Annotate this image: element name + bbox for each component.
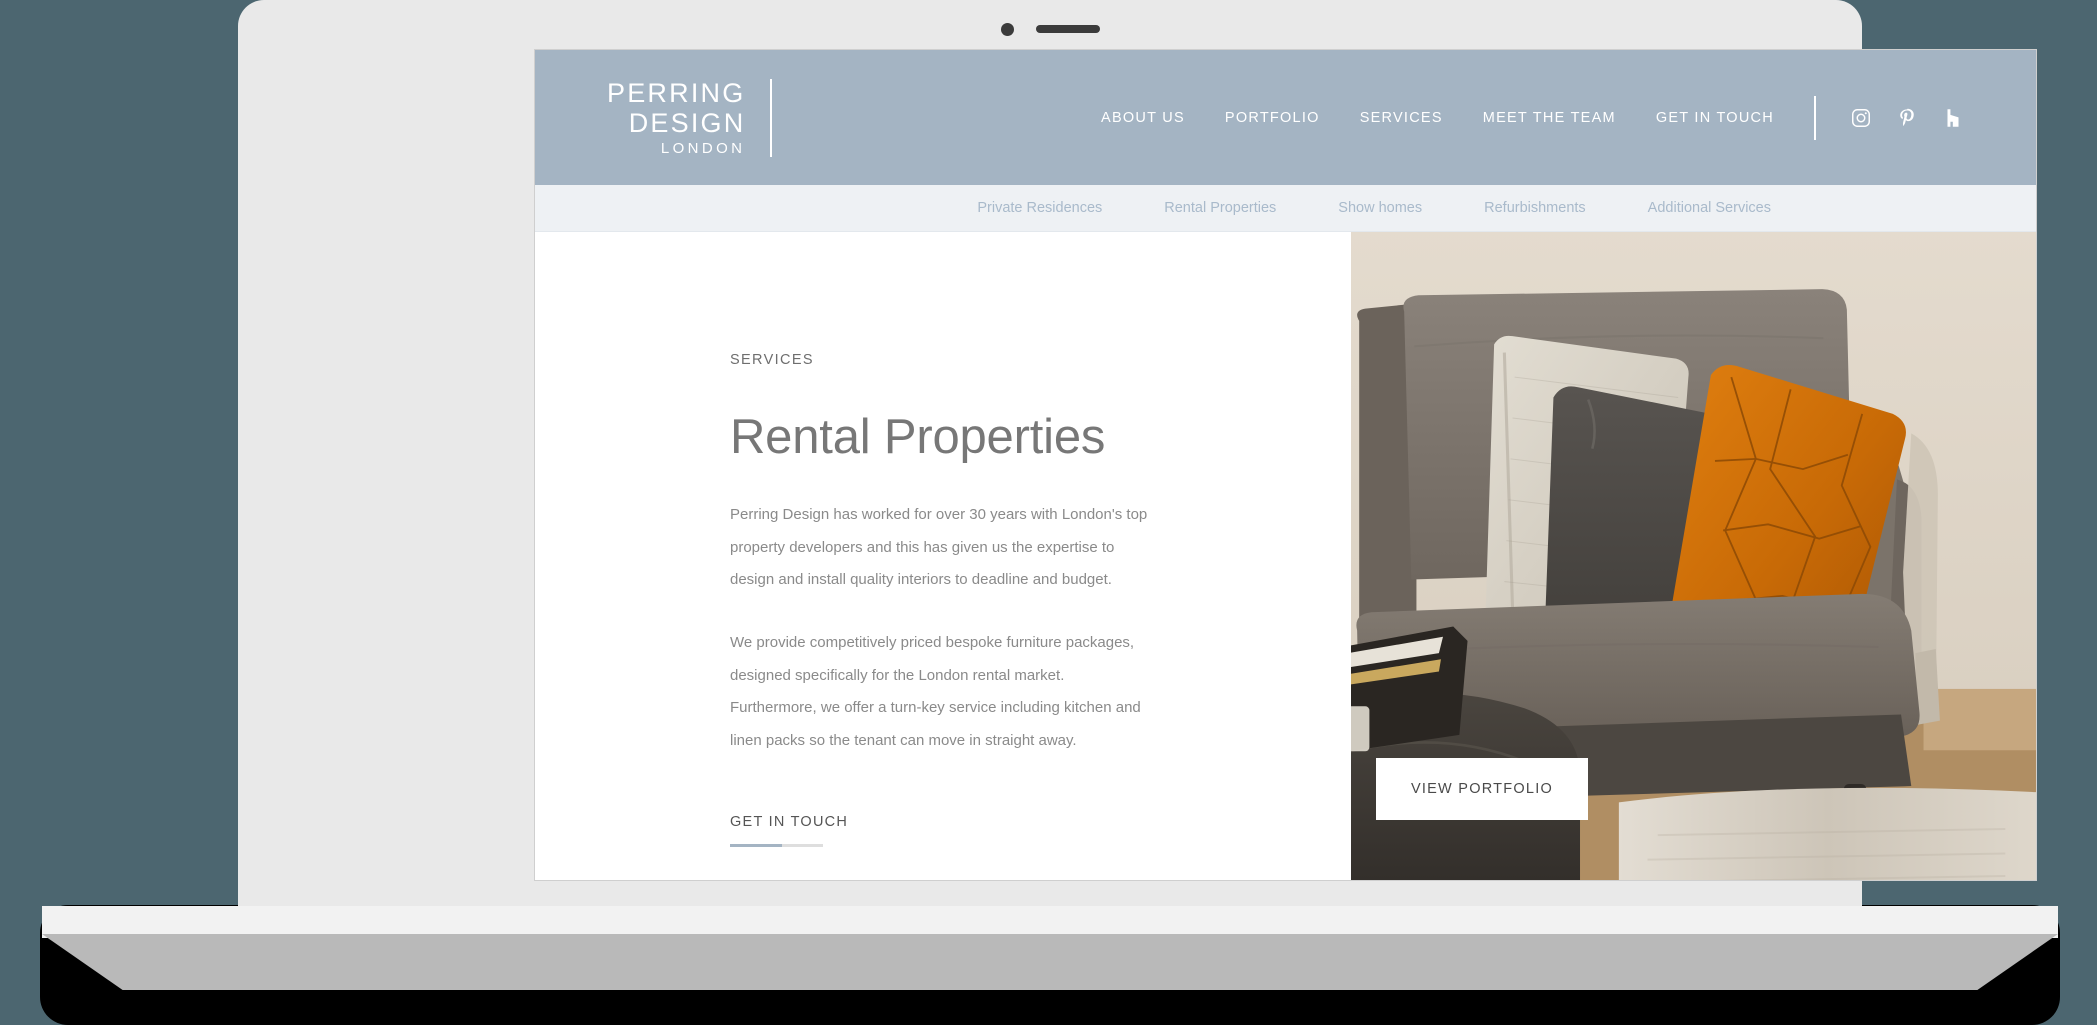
subnav-item-private-residences[interactable]: Private Residences: [977, 200, 1102, 216]
screenshot-stage: PERRING DESIGN LONDON ABOUT US PORTFOLIO…: [0, 0, 2097, 1025]
subnav-item-additional-services[interactable]: Additional Services: [1648, 200, 1771, 216]
view-portfolio-label: VIEW PORTFOLIO: [1410, 781, 1554, 797]
body-paragraph-1: Perring Design has worked for over 30 ye…: [730, 506, 1148, 589]
get-in-touch-label: GET IN TOUCH: [730, 813, 849, 830]
logo-text: PERRING DESIGN LONDON: [607, 77, 746, 157]
subnav-item-show-homes[interactable]: Show homes: [1338, 200, 1422, 216]
nav-item-meet-the-team[interactable]: MEET THE TEAM: [1483, 110, 1616, 126]
site-header: PERRING DESIGN LONDON ABOUT US PORTFOLIO…: [535, 50, 2036, 185]
instagram-icon[interactable]: [1850, 107, 1872, 129]
nav-item-get-in-touch[interactable]: GET IN TOUCH: [1656, 110, 1774, 126]
text-column: SERVICES Rental Properties Perring Desig…: [535, 232, 1351, 880]
sub-navigation: Private Residences Rental Properties Sho…: [535, 185, 2036, 232]
nav-item-services[interactable]: SERVICES: [1360, 110, 1443, 126]
pinterest-icon[interactable]: [1896, 107, 1918, 129]
logo-line-3: LONDON: [660, 139, 746, 157]
logo-divider: [770, 78, 773, 157]
laptop-lid: PERRING DESIGN LONDON ABOUT US PORTFOLIO…: [238, 0, 2036, 920]
body-paragraph-2: We provide competitively priced bespoke …: [730, 634, 1141, 750]
laptop-deck: [42, 906, 2058, 938]
browser-viewport: PERRING DESIGN LONDON ABOUT US PORTFOLIO…: [535, 50, 2036, 880]
get-in-touch-link[interactable]: GET IN TOUCH: [730, 814, 848, 847]
speaker-bar-icon: [1035, 25, 1100, 33]
cta-underline: [730, 843, 823, 847]
houzz-icon[interactable]: [1942, 107, 1964, 129]
laptop-base-front: [42, 934, 2058, 990]
main-navigation: ABOUT US PORTFOLIO SERVICES MEET THE TEA…: [1101, 95, 1964, 140]
subnav-item-refurbishments[interactable]: Refurbishments: [1484, 200, 1586, 216]
nav-item-about-us[interactable]: ABOUT US: [1101, 110, 1185, 126]
social-links: [1850, 107, 1964, 129]
logo-line-2: DESIGN: [628, 107, 746, 138]
logo-line-1: PERRING: [607, 77, 746, 108]
nav-item-portfolio[interactable]: PORTFOLIO: [1225, 110, 1320, 126]
site-logo[interactable]: PERRING DESIGN LONDON: [607, 77, 773, 157]
view-portfolio-button[interactable]: VIEW PORTFOLIO: [1376, 758, 1588, 820]
page-title: Rental Properties: [730, 410, 1106, 464]
page-content: SERVICES Rental Properties Perring Desig…: [535, 232, 2036, 880]
camera-icon: [1000, 22, 1014, 36]
nav-divider: [1814, 95, 1816, 140]
eyebrow-label: SERVICES: [730, 352, 814, 368]
subnav-item-rental-properties[interactable]: Rental Properties: [1164, 200, 1276, 216]
hero-photo: VIEW PORTFOLIO: [1351, 232, 2036, 880]
